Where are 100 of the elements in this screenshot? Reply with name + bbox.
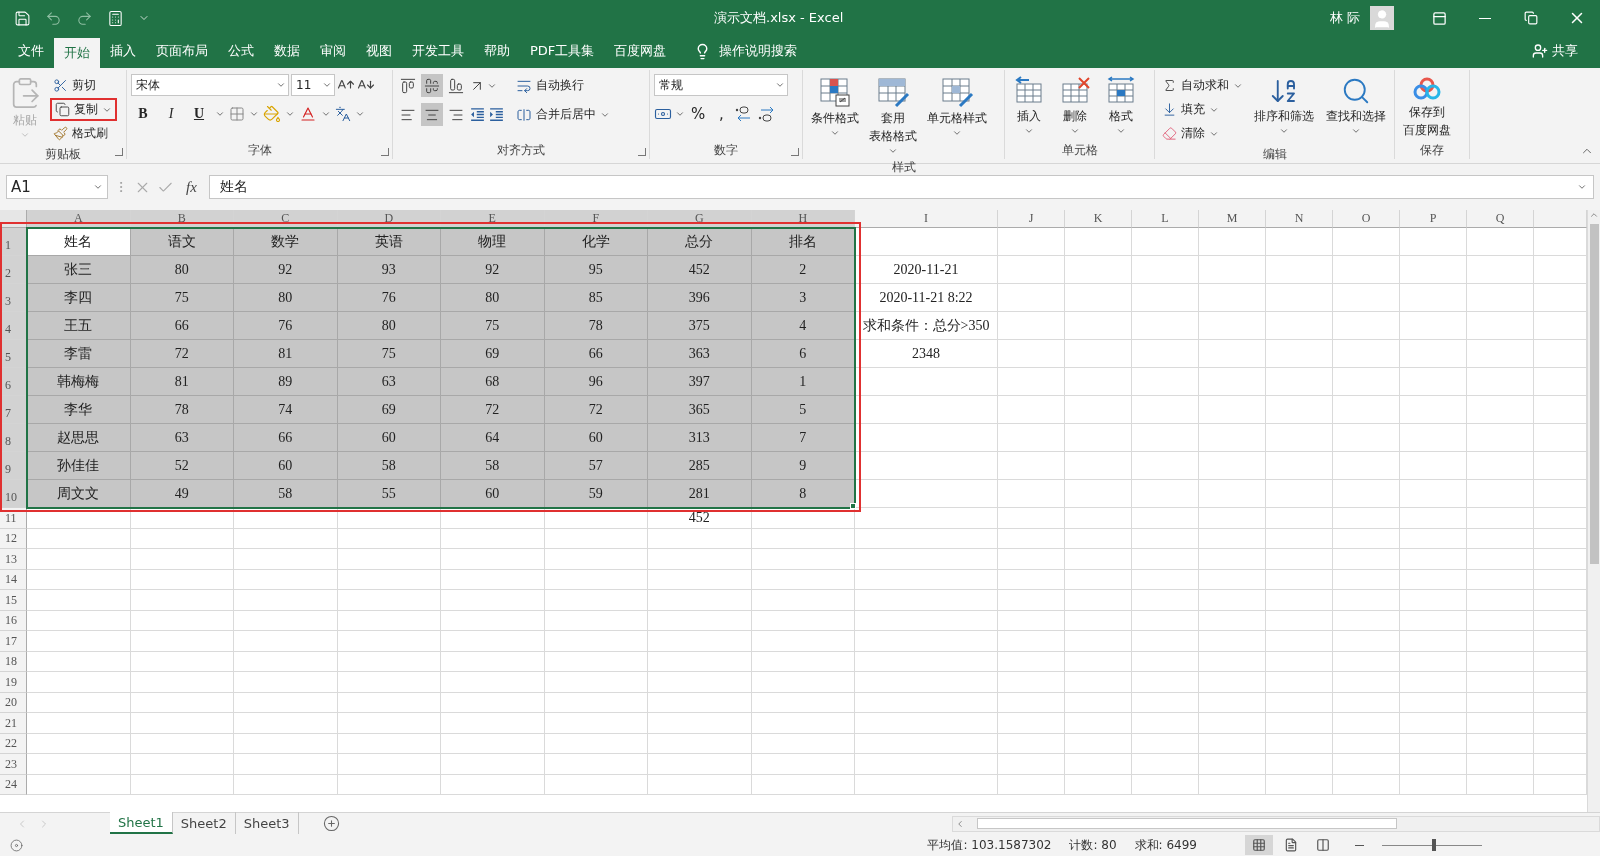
grid-cell[interactable] (998, 284, 1065, 312)
column-header[interactable]: N (1266, 210, 1333, 228)
grid-cell[interactable] (1132, 312, 1199, 340)
column-header[interactable]: K (1065, 210, 1132, 228)
grid-cell[interactable] (27, 610, 131, 631)
grid-cell[interactable] (1333, 631, 1400, 652)
grid-cell[interactable] (234, 774, 338, 795)
grid-cell[interactable] (1065, 651, 1132, 672)
grid-cell[interactable] (1534, 284, 1587, 312)
grid-cell[interactable] (855, 452, 998, 480)
grid-cell[interactable] (441, 528, 545, 549)
save-to-cloud-button[interactable]: 保存到 百度网盘 (1399, 74, 1455, 140)
grid-cell[interactable] (998, 733, 1065, 754)
grid-cell[interactable] (1333, 508, 1400, 529)
font-name-dropdown[interactable]: 宋体 (131, 74, 289, 96)
vertical-scrollbar[interactable] (1587, 210, 1600, 812)
grid-cell[interactable] (1199, 569, 1266, 590)
row-header[interactable]: 13 (0, 549, 27, 570)
ribbon-tab[interactable]: 文件 (8, 36, 54, 66)
grid-cell[interactable] (998, 340, 1065, 368)
share-button[interactable]: 共享 (1526, 36, 1584, 66)
grid-cell[interactable] (1132, 692, 1199, 713)
grid-cell[interactable] (1199, 549, 1266, 570)
column-header[interactable]: Q (1467, 210, 1534, 228)
grid-cell[interactable] (1266, 774, 1333, 795)
grid-cell[interactable] (1199, 713, 1266, 734)
grid-cell[interactable] (1467, 569, 1534, 590)
grid-cell[interactable] (1467, 651, 1534, 672)
column-header[interactable] (1534, 210, 1587, 228)
grid-cell[interactable] (1132, 549, 1199, 570)
copy-button[interactable]: 复制 (50, 98, 117, 121)
grid-cell[interactable] (1534, 340, 1587, 368)
grid-cell[interactable] (441, 631, 545, 652)
style-button[interactable]: 单元格样式 (923, 74, 991, 140)
grid-cell[interactable] (1333, 368, 1400, 396)
grid-cell[interactable] (1266, 569, 1333, 590)
cells-button[interactable]: 删除 (1055, 74, 1095, 138)
grid-cell[interactable] (1065, 631, 1132, 652)
grid-cell[interactable] (1199, 590, 1266, 611)
grid-cell[interactable] (998, 651, 1065, 672)
grid-cell[interactable] (1467, 368, 1534, 396)
grid-cell[interactable] (1266, 340, 1333, 368)
grid-cell[interactable] (1400, 528, 1467, 549)
grid-cell[interactable] (1400, 692, 1467, 713)
ribbon-tab[interactable]: 帮助 (474, 36, 520, 66)
grid-cell[interactable] (648, 733, 752, 754)
grid-cell[interactable] (1199, 528, 1266, 549)
row-header[interactable]: 24 (0, 774, 27, 795)
grid-cell[interactable] (1400, 651, 1467, 672)
grid-cell[interactable] (1534, 651, 1587, 672)
grid-cell[interactable] (1065, 590, 1132, 611)
grid-cell[interactable] (1199, 480, 1266, 508)
grid-cell[interactable] (855, 569, 998, 590)
cells-button[interactable]: 格式 (1101, 74, 1141, 138)
grid-cell[interactable] (855, 424, 998, 452)
grid-cell[interactable] (1065, 774, 1132, 795)
grid-cell[interactable] (855, 713, 998, 734)
grid-cell[interactable] (1333, 713, 1400, 734)
insert-function-button[interactable]: fx (186, 178, 197, 196)
grid-cell[interactable] (1534, 256, 1587, 284)
grid-cell[interactable] (855, 631, 998, 652)
grid-cell[interactable] (1333, 692, 1400, 713)
grid-cell[interactable] (1400, 672, 1467, 693)
grid-cell[interactable] (998, 528, 1065, 549)
grid-cell[interactable] (1467, 692, 1534, 713)
ribbon-tab[interactable]: 百度网盘 (604, 36, 677, 66)
grid-cell[interactable] (1199, 256, 1266, 284)
grid-cell[interactable] (1333, 549, 1400, 570)
grid-cell[interactable] (27, 774, 131, 795)
wrap-text-button[interactable]: 自动换行 (513, 74, 613, 97)
grid-cell[interactable] (855, 672, 998, 693)
cut-button[interactable]: 剪切 (50, 74, 117, 97)
font-size-dropdown[interactable]: 11 (291, 74, 335, 96)
grid-cell[interactable] (1333, 651, 1400, 672)
grid-cell[interactable] (337, 549, 441, 570)
grid-cell[interactable] (441, 713, 545, 734)
grid-cell[interactable] (1199, 774, 1266, 795)
column-header[interactable]: P (1400, 210, 1467, 228)
grid-cell[interactable] (1534, 396, 1587, 424)
grid-cell[interactable] (648, 610, 752, 631)
dialog-launcher-icon[interactable] (638, 148, 646, 156)
find-select-button[interactable]: 查找和选择 (1322, 74, 1390, 138)
grid-cell[interactable] (544, 754, 648, 775)
grid-cell[interactable] (441, 651, 545, 672)
grid-cell[interactable] (441, 672, 545, 693)
grid-cell[interactable] (1534, 733, 1587, 754)
grid-cell[interactable] (1467, 590, 1534, 611)
grid-cell[interactable] (1199, 754, 1266, 775)
grid-cell[interactable] (1400, 774, 1467, 795)
name-box[interactable]: A1 (6, 175, 108, 199)
cells-button[interactable]: 插入 (1009, 74, 1049, 138)
bold-button[interactable]: B (131, 102, 155, 125)
grid-cell[interactable] (1065, 452, 1132, 480)
grid-cell[interactable] (648, 590, 752, 611)
grid-cell[interactable] (1065, 340, 1132, 368)
row-header[interactable]: 17 (0, 631, 27, 652)
autosum-button[interactable]: 自动求和 (1159, 74, 1246, 97)
grid-cell[interactable] (855, 774, 998, 795)
comma-button[interactable]: , (711, 102, 732, 125)
grid-cell[interactable] (1065, 733, 1132, 754)
